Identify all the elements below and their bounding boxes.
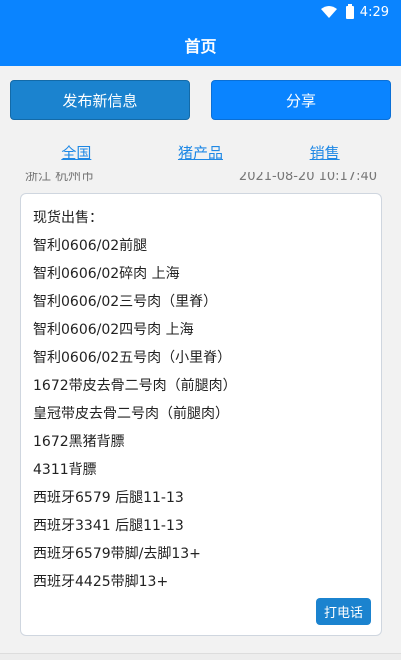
publish-button[interactable]: 发布新信息 (10, 80, 190, 120)
post-line: 智利0606/02四号肉 上海 (33, 322, 194, 338)
post-line: 1672带皮去骨二号肉（前腿肉） (33, 378, 237, 394)
tab-pork-products[interactable]: 猪产品 (178, 142, 223, 163)
post-line: 智利0606/02五号肉（小里脊） (33, 350, 232, 366)
category-tabs: 全国 猪产品 销售 (0, 130, 401, 168)
share-button[interactable]: 分享 (211, 80, 391, 120)
wifi-icon (320, 6, 337, 18)
tab-nationwide[interactable]: 全国 (61, 142, 91, 163)
battery-icon (345, 3, 354, 19)
post-line: 西班牙3341 后腿11-13 (33, 518, 184, 534)
post-line: 4311背膘 (33, 462, 97, 478)
action-row: 发布新信息 分享 (0, 66, 401, 130)
previous-post-clipped-header: 浙江 杭州市 2021-08-20 10:17:40 (20, 172, 382, 182)
post-line: 智利0606/02碎肉 上海 (33, 266, 180, 282)
tab-sales[interactable]: 销售 (310, 142, 340, 163)
app-bar: 首页 (0, 24, 401, 66)
post-location: 浙江 杭州市 (25, 172, 95, 182)
call-button[interactable]: 打电话 (315, 598, 371, 625)
status-bar: 4:29 (0, 0, 401, 24)
post-line: 智利0606/02三号肉（里脊） (33, 294, 218, 310)
post-line: 西班牙6579带脚/去脚13+ (33, 546, 201, 562)
post-timestamp: 2021-08-20 10:17:40 (238, 172, 377, 182)
bottom-divider (0, 653, 401, 660)
post-line: 皇冠带皮去骨二号肉（前腿肉） (33, 406, 229, 422)
status-time: 4:29 (359, 4, 389, 20)
post-line: 现货出售： (33, 210, 103, 226)
post-card[interactable]: 现货出售： 智利0606/02前腿 智利0606/02碎肉 上海 智利0606/… (20, 193, 382, 636)
page-title: 首页 (184, 37, 217, 56)
post-line: 智利0606/02前腿 (33, 238, 148, 254)
post-line: 西班牙6579 后腿11-13 (33, 490, 184, 506)
post-line: 1672黑猪背膘 (33, 434, 125, 450)
post-line: 西班牙4425带脚13+ (33, 574, 169, 590)
